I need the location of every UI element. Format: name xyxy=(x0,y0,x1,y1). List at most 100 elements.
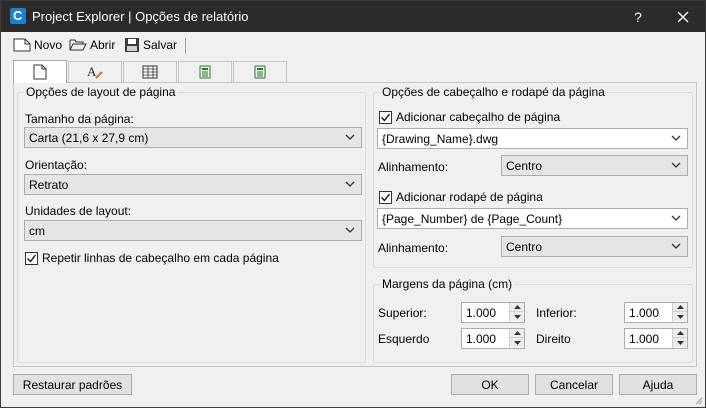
spinner-arrows xyxy=(672,303,687,322)
help-button[interactable]: Ajuda xyxy=(619,374,697,395)
chevron-down-icon xyxy=(345,227,355,233)
spinner-up-button[interactable] xyxy=(510,329,524,338)
close-icon xyxy=(677,11,689,22)
repeat-header-label: Repetir linhas de cabeçalho em cada pági… xyxy=(42,251,279,265)
toolbar: Novo Abrir Salvar xyxy=(1,32,705,58)
top-margin-label: Superior: xyxy=(378,306,427,320)
page-size-select[interactable]: Carta (21,6 x 27,9 cm) xyxy=(24,127,362,148)
orientation-label: Orientação: xyxy=(25,158,88,172)
chevron-down-icon xyxy=(671,243,681,249)
header-alignment-value: Centro xyxy=(506,159,543,173)
layout-units-label: Unidades de layout: xyxy=(25,204,132,218)
report-options-dialog: Project Explorer | Opções de relatório ?… xyxy=(0,0,706,408)
new-document-icon xyxy=(13,38,31,52)
tab-font-style[interactable]: A xyxy=(68,61,122,82)
page-margins-title: Margens da página (cm) xyxy=(380,277,515,291)
close-button[interactable] xyxy=(661,1,705,32)
left-margin-value: 1.000 xyxy=(466,332,497,346)
orientation-value: Retrato xyxy=(29,178,69,192)
triangle-down-icon xyxy=(513,314,521,319)
svg-text:A: A xyxy=(87,64,97,79)
bottom-margin-label: Inferior: xyxy=(536,306,577,320)
calculator-icon xyxy=(199,65,211,79)
ok-button[interactable]: OK xyxy=(451,374,529,395)
add-footer-label: Adicionar rodapé de página xyxy=(396,190,543,204)
checkbox-box[interactable] xyxy=(379,190,392,204)
spinner-down-button[interactable] xyxy=(510,338,524,347)
triangle-down-icon xyxy=(676,314,684,319)
footer-alignment-select[interactable]: Centro xyxy=(501,236,688,257)
layout-units-select[interactable]: cm xyxy=(24,220,362,241)
repeat-header-checkbox[interactable]: Repetir linhas de cabeçalho em cada pági… xyxy=(25,251,279,265)
chevron-down-icon xyxy=(671,162,681,168)
help-title-button[interactable]: ? xyxy=(616,1,660,32)
header-alignment-label: Alinhamento: xyxy=(378,160,449,174)
page-layout-title: Opções de layout de página xyxy=(24,85,178,99)
open-label: Abrir xyxy=(90,38,116,52)
resize-grip-icon[interactable] xyxy=(693,395,703,405)
triangle-down-icon xyxy=(676,340,684,345)
restore-defaults-button[interactable]: Restaurar padrões xyxy=(13,374,132,395)
checkbox-box[interactable] xyxy=(379,110,392,124)
right-margin-spinner[interactable]: 1.000 xyxy=(624,328,688,349)
calculator-icon xyxy=(254,65,266,79)
add-header-label: Adicionar cabeçalho de página xyxy=(396,110,561,124)
save-disk-icon xyxy=(125,38,139,52)
spinner-up-button[interactable] xyxy=(510,303,524,312)
window-title: Project Explorer | Opções de relatório xyxy=(32,9,249,24)
checkbox-box[interactable] xyxy=(25,251,38,265)
page-layout-group: Opções de layout de página Tamanho da pá… xyxy=(17,85,366,363)
page-icon xyxy=(33,64,47,80)
spinner-up-button[interactable] xyxy=(673,303,687,312)
left-margin-spinner[interactable]: 1.000 xyxy=(461,328,525,349)
footer-alignment-value: Centro xyxy=(506,240,543,254)
spinner-arrows xyxy=(672,329,687,348)
open-button[interactable]: Abrir xyxy=(69,35,115,55)
chevron-down-icon xyxy=(671,215,681,221)
header-alignment-select[interactable]: Centro xyxy=(501,155,688,176)
checkmark-icon xyxy=(27,254,37,263)
top-margin-spinner[interactable]: 1.000 xyxy=(461,302,525,323)
title-bar: Project Explorer | Opções de relatório ? xyxy=(1,1,705,32)
add-footer-checkbox[interactable]: Adicionar rodapé de página xyxy=(379,190,543,204)
triangle-up-icon xyxy=(676,331,684,335)
spinner-down-button[interactable] xyxy=(510,312,524,321)
save-button[interactable]: Salvar xyxy=(124,35,177,55)
tab-calculation[interactable] xyxy=(178,61,232,82)
tab-summary[interactable] xyxy=(233,61,287,82)
header-footer-title: Opções de cabeçalho e rodapé da página xyxy=(380,85,607,99)
layout-units-value: cm xyxy=(29,224,45,238)
new-button[interactable]: Novo xyxy=(13,35,62,55)
bottom-margin-spinner[interactable]: 1.000 xyxy=(624,302,688,323)
header-text-select[interactable]: {Drawing_Name}.dwg xyxy=(377,128,688,149)
triangle-up-icon xyxy=(676,305,684,309)
header-footer-group: Opções de cabeçalho e rodapé da página A… xyxy=(373,85,693,268)
cancel-button[interactable]: Cancelar xyxy=(535,374,613,395)
footer-alignment-label: Alinhamento: xyxy=(378,241,449,255)
footer-text-value: {Page_Number} de {Page_Count} xyxy=(382,212,563,226)
right-margin-value: 1.000 xyxy=(629,332,660,346)
spinner-up-button[interactable] xyxy=(673,329,687,338)
spinner-arrows xyxy=(509,303,524,322)
add-header-checkbox[interactable]: Adicionar cabeçalho de página xyxy=(379,110,560,124)
tab-table[interactable] xyxy=(123,61,177,82)
spinner-arrows xyxy=(509,329,524,348)
tab-page-setup[interactable] xyxy=(13,60,67,83)
save-label: Salvar xyxy=(143,38,178,52)
chevron-down-icon xyxy=(345,181,355,187)
app-logo-icon xyxy=(10,8,26,24)
orientation-select[interactable]: Retrato xyxy=(24,174,362,195)
page-size-label: Tamanho da página: xyxy=(25,112,134,126)
spinner-down-button[interactable] xyxy=(673,312,687,321)
page-size-value: Carta (21,6 x 27,9 cm) xyxy=(29,131,149,145)
triangle-up-icon xyxy=(513,331,521,335)
checkmark-icon xyxy=(381,113,391,122)
tab-panel: Opções de layout de página Tamanho da pá… xyxy=(13,82,697,367)
triangle-down-icon xyxy=(513,340,521,345)
spinner-down-button[interactable] xyxy=(673,338,687,347)
footer-text-select[interactable]: {Page_Number} de {Page_Count} xyxy=(377,208,688,229)
font-style-icon: A xyxy=(87,64,103,79)
page-margins-group: Margens da página (cm) Superior: 1.000 I… xyxy=(373,277,693,363)
chevron-down-icon xyxy=(345,134,355,140)
bottom-margin-value: 1.000 xyxy=(629,306,660,320)
